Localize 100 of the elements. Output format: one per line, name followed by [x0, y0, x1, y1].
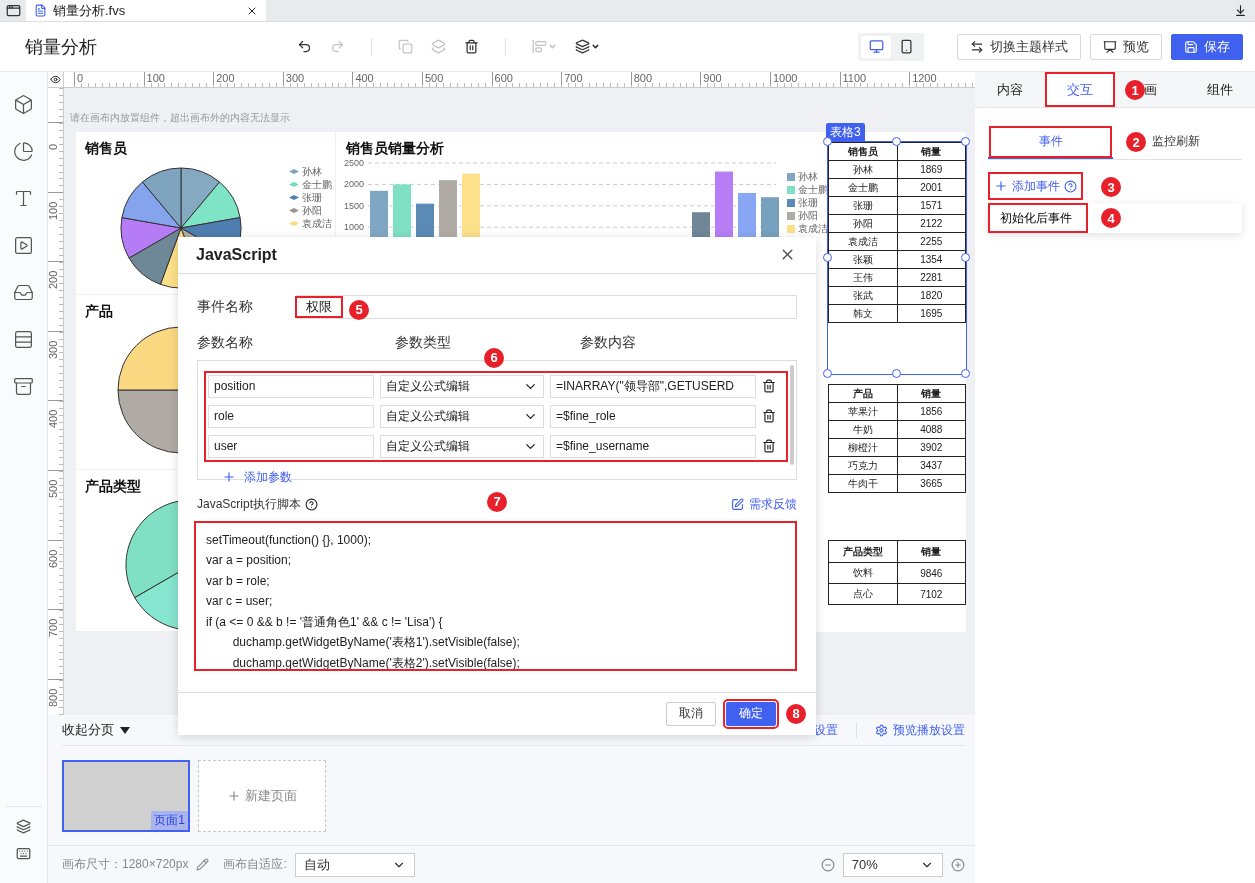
- code-line: setTimeout(function() {}, 1000);: [206, 531, 372, 549]
- delete-button[interactable]: [462, 37, 481, 56]
- zoom-in-icon[interactable]: [950, 857, 965, 872]
- legend-item: 袁成洁: [787, 223, 828, 234]
- column-header: 产品: [828, 384, 897, 403]
- code-line: duchamp.getWidgetByName('表格2').setVisible(false);: [231, 654, 521, 669]
- input-field[interactable]: =$fine_role: [550, 404, 756, 428]
- callout-badge: 3: [1101, 177, 1121, 197]
- zoom-out-icon[interactable]: [820, 857, 835, 872]
- callout-badge: 5: [349, 299, 369, 320]
- table-cell: 2001: [897, 178, 966, 197]
- resize-handle[interactable]: [823, 137, 832, 146]
- resize-handle[interactable]: [961, 253, 970, 262]
- preview-button[interactable]: 预览: [1090, 33, 1162, 60]
- input-field[interactable]: role: [208, 404, 374, 428]
- event-item[interactable]: 初始化后事件: [988, 203, 1088, 233]
- cube-icon[interactable]: [13, 94, 34, 115]
- chart-title: 销售员: [85, 140, 127, 158]
- table-cell: 饮料: [828, 562, 897, 584]
- zoom-dropdown[interactable]: 70%: [842, 852, 943, 877]
- add-parameter-button[interactable]: 添加参数: [216, 467, 298, 487]
- ruler-label: 200: [213, 72, 283, 85]
- help-icon[interactable]: [305, 498, 319, 512]
- panel-tab[interactable]: 组件: [1185, 72, 1255, 107]
- ruler-label: 100: [143, 72, 214, 85]
- confirm-button[interactable]: 确定: [726, 701, 776, 726]
- resize-handle[interactable]: [892, 369, 901, 378]
- inbox-icon[interactable]: [13, 282, 34, 303]
- video-icon[interactable]: [13, 235, 34, 256]
- undo-icon: [297, 39, 312, 54]
- caret-icon[interactable]: [120, 726, 130, 734]
- type-dropdown[interactable]: 自定义公式编辑: [380, 374, 544, 398]
- save-button[interactable]: 保存: [1171, 33, 1243, 60]
- playback-settings-link[interactable]: 预览播放设置: [874, 721, 965, 739]
- pie-chart-icon[interactable]: [13, 141, 34, 162]
- resize-handle[interactable]: [892, 137, 901, 146]
- delete-icon[interactable]: [762, 379, 776, 394]
- table-tag: 表格3: [826, 123, 865, 142]
- panel-tab[interactable]: 内容: [975, 72, 1045, 107]
- input-field[interactable]: =$fine_username: [550, 434, 756, 458]
- delete-icon[interactable]: [762, 439, 776, 454]
- ruler-label: 1000: [769, 72, 840, 85]
- delete-icon: [464, 39, 479, 54]
- legend-item: 袁成洁: [289, 218, 332, 229]
- axis-label: 1000: [343, 222, 364, 233]
- table-cell: 2255: [897, 232, 966, 251]
- archive-icon[interactable]: [13, 376, 34, 397]
- add-event-button[interactable]: 添加事件: [988, 172, 1083, 200]
- dropdown-icon[interactable]: [1233, 4, 1247, 17]
- eye-icon[interactable]: [50, 74, 61, 85]
- desktop-view-button[interactable]: [861, 35, 891, 58]
- table-cell: 1856: [897, 402, 966, 421]
- code-line: if (a <= 0 && b != '普通角色1' && c != 'Lisa') {: [206, 613, 444, 631]
- theme-button[interactable]: 切换主题样式: [957, 33, 1081, 60]
- plus-icon: [994, 179, 1008, 193]
- type-dropdown[interactable]: 自定义公式编辑: [380, 404, 544, 428]
- collapse-pages-label[interactable]: 收起分页: [62, 721, 114, 739]
- page-thumbnail[interactable]: 页面1: [62, 760, 190, 832]
- code-editor[interactable]: [194, 520, 797, 671]
- cancel-button[interactable]: 取消: [666, 701, 716, 726]
- layers-icon[interactable]: [16, 819, 31, 834]
- panel-subtab[interactable]: 事件: [988, 125, 1113, 159]
- panel-tab[interactable]: 交互: [1045, 72, 1115, 107]
- resize-handle[interactable]: [823, 253, 832, 262]
- input-field[interactable]: =INARRAY("领导部",GETUSERD: [550, 374, 756, 398]
- file-icon: [34, 4, 47, 17]
- screen-icon: [1103, 39, 1117, 54]
- delete-icon[interactable]: [762, 409, 776, 424]
- table-cell: 袁成洁: [828, 232, 897, 251]
- input-field[interactable]: 权限 5: [296, 294, 797, 319]
- input-field[interactable]: position: [208, 374, 374, 398]
- new-page-button[interactable]: 新建页面: [198, 760, 326, 832]
- resize-handle[interactable]: [823, 369, 832, 378]
- resize-handle[interactable]: [961, 369, 970, 378]
- chart-title: 产品类型: [85, 478, 141, 496]
- settings-icon: [874, 723, 888, 737]
- table-cell: 张珊: [828, 196, 897, 215]
- text-icon[interactable]: [13, 188, 34, 209]
- fit-dropdown[interactable]: 自动: [294, 852, 415, 877]
- keyboard-icon[interactable]: [16, 846, 31, 861]
- list-icon[interactable]: [13, 329, 34, 350]
- resize-handle[interactable]: [961, 137, 970, 146]
- caret-icon: [548, 42, 557, 51]
- edit-icon[interactable]: [196, 858, 210, 871]
- ruler-label: 700: [561, 72, 631, 85]
- table-cell: 2281: [897, 268, 966, 287]
- chart-title: 产品: [85, 303, 113, 321]
- feedback-link[interactable]: 需求反馈: [731, 496, 797, 514]
- axis-label: 2500: [343, 158, 364, 168]
- legend-item: 张珊: [787, 197, 828, 208]
- ruler-label: 1100: [839, 72, 910, 85]
- table-cell: 孙林: [828, 160, 897, 179]
- input-field[interactable]: user: [208, 434, 374, 458]
- table-cell: 4088: [897, 420, 966, 439]
- type-dropdown[interactable]: 自定义公式编辑: [380, 434, 544, 458]
- plus-icon: [222, 470, 236, 485]
- page-title: 销量分析: [25, 35, 98, 59]
- file-tab[interactable]: 销量分析.fvs: [26, 0, 266, 21]
- table-cell: 1869: [897, 160, 966, 179]
- table-cell: 柳橙汁: [828, 438, 897, 457]
